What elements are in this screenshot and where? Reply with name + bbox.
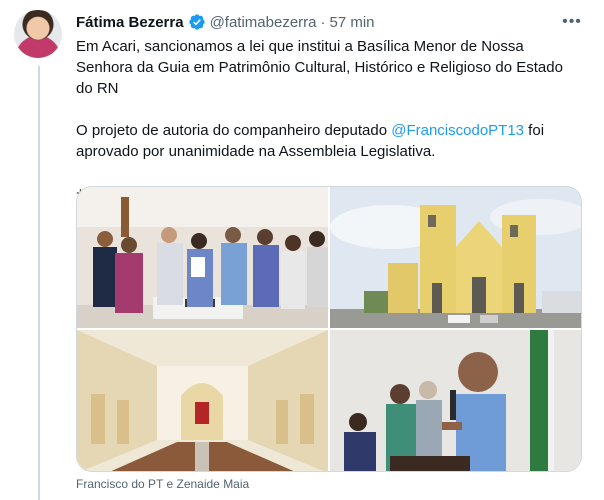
media-grid — [76, 186, 582, 472]
tweet-timestamp[interactable]: 57 min — [330, 14, 375, 31]
author-display-name[interactable]: Fátima Bezerra — [76, 14, 184, 31]
photo-basilica-interior[interactable] — [77, 330, 328, 471]
photo-basilica-exterior[interactable] — [330, 187, 581, 328]
author-handle[interactable]: @fatimabezerra — [210, 14, 317, 31]
media-caption[interactable]: Francisco do PT e Zenaide Maia — [76, 477, 249, 491]
verified-badge-icon — [188, 13, 206, 31]
photo-speaker[interactable] — [330, 330, 581, 471]
tweet-paragraph: Em Acari, sancionamos a lei que institui… — [76, 38, 563, 97]
mention-link[interactable]: @FranciscodoPT13 — [391, 122, 524, 139]
tweet[interactable]: Fátima Bezerra @fatimabezerra · 57 min •… — [0, 0, 604, 500]
tweet-paragraph: O projeto de autoria do companheiro depu… — [76, 120, 582, 162]
tweet-text-segment: O projeto de autoria do companheiro depu… — [76, 122, 392, 139]
tweet-text: Em Acari, sancionamos a lei que institui… — [76, 36, 582, 204]
photo-signing-ceremony[interactable] — [77, 187, 328, 328]
more-options-icon[interactable]: ••• — [560, 12, 584, 32]
tweet-header: Fátima Bezerra @fatimabezerra · 57 min — [76, 12, 375, 32]
header-separator: · — [320, 13, 326, 31]
thread-line — [38, 66, 40, 500]
author-avatar[interactable] — [14, 10, 62, 58]
